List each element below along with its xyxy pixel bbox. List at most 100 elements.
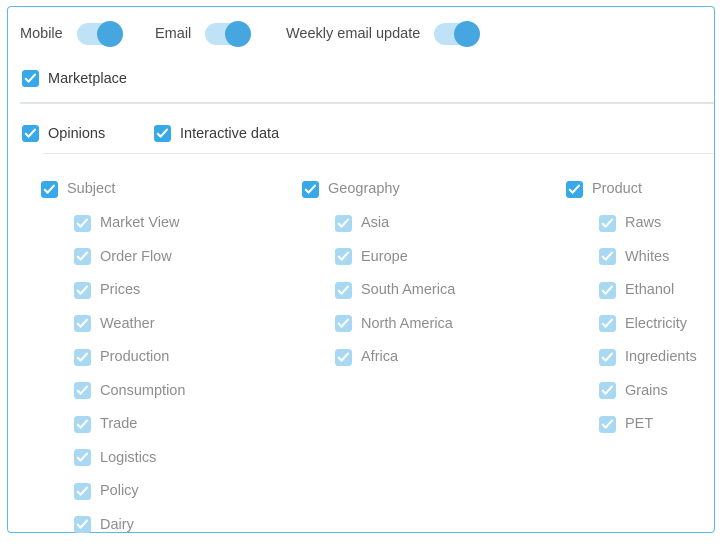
category-column-geography: Geography Asia Europe South America Nort…	[302, 179, 455, 381]
checkbox-label-geography: Geography	[328, 181, 400, 197]
checkmark-icon-dairy[interactable]	[74, 516, 91, 533]
list-item[interactable]: Weather	[41, 314, 185, 334]
checkmark-icon-raws[interactable]	[599, 214, 616, 232]
checkmark-icon-weather[interactable]	[74, 315, 91, 332]
checkmark-icon-south-america[interactable]	[335, 281, 352, 299]
checkmark-icon-pet[interactable]	[599, 415, 616, 433]
list-item[interactable]: South America	[302, 280, 455, 300]
checkmark-icon-electricity[interactable]	[599, 315, 616, 332]
list-item-label: Trade	[100, 416, 138, 432]
checkbox-row-opinions[interactable]: Opinions	[22, 125, 105, 142]
list-item[interactable]: Production	[41, 347, 185, 367]
checkmark-icon-policy[interactable]	[74, 482, 91, 500]
checkbox-label-opinions: Opinions	[48, 125, 106, 142]
checkmark-icon-consumption[interactable]	[74, 382, 91, 399]
list-item[interactable]: Grains	[566, 381, 697, 401]
checkmark-icon-africa[interactable]	[335, 348, 352, 366]
category-column-product: Product Raws Whites Ethanol Electricity	[566, 179, 697, 448]
toggle-switch-mobile[interactable]	[76, 21, 123, 47]
checkmark-icon-asia[interactable]	[335, 214, 352, 232]
subject-items-list: Market View Order Flow Prices Weather Pr…	[41, 213, 185, 535]
notification-preferences-panel: Mobile Email Weekly email update Marketp…	[7, 6, 715, 533]
list-item-label: Weather	[100, 315, 155, 332]
section-divider-primary	[20, 102, 714, 104]
checkmark-icon-subject[interactable]	[41, 180, 58, 198]
toggle-label-mobile: Mobile	[20, 26, 63, 42]
checkbox-row-product[interactable]: Product	[566, 179, 697, 199]
toggle-label-email: Email	[155, 26, 192, 42]
checkmark-icon-order-flow[interactable]	[74, 248, 91, 265]
checkmark-icon-ingredients[interactable]	[599, 348, 616, 366]
checkbox-label-interactive-data: Interactive data	[180, 125, 280, 142]
list-item[interactable]: Asia	[302, 213, 455, 233]
geography-items-list: Asia Europe South America North America …	[302, 213, 455, 367]
category-column-subject: Subject Market View Order Flow Prices We…	[41, 179, 185, 548]
product-items-list: Raws Whites Ethanol Electricity Ingredie…	[566, 213, 697, 434]
section-divider-secondary	[43, 153, 714, 154]
checkmark-icon-interactive-data[interactable]	[154, 125, 171, 142]
toggle-group-mobile: Mobile	[20, 21, 123, 47]
checkmark-icon-marketplace[interactable]	[22, 70, 39, 87]
list-item[interactable]: Raws	[566, 213, 697, 233]
list-item[interactable]: Policy	[41, 481, 185, 501]
list-item-label: Europe	[361, 248, 408, 265]
checkmark-icon-europe[interactable]	[335, 248, 352, 265]
list-item[interactable]: Africa	[302, 347, 455, 367]
list-item-label: Prices	[100, 282, 141, 298]
checkmark-icon-north-america[interactable]	[335, 315, 352, 332]
list-item-label: Policy	[100, 483, 139, 499]
toggle-knob-mobile	[96, 21, 123, 47]
list-item[interactable]: North America	[302, 314, 455, 334]
checkbox-row-geography[interactable]: Geography	[302, 179, 455, 199]
list-item[interactable]: Ingredients	[566, 347, 697, 367]
list-item-label: Ethanol	[625, 282, 675, 298]
toggles-row: Mobile Email Weekly email update	[8, 7, 714, 55]
checkmark-icon-geography[interactable]	[302, 180, 319, 198]
checkbox-row-subject[interactable]: Subject	[41, 179, 185, 199]
list-item[interactable]: Trade	[41, 414, 185, 434]
checkmark-icon-grains[interactable]	[599, 382, 616, 399]
checkmark-icon-production[interactable]	[74, 348, 91, 366]
toggle-group-weekly-email-update: Weekly email update	[286, 21, 481, 47]
list-item[interactable]: Order Flow	[41, 247, 185, 267]
list-item-label: Grains	[625, 382, 668, 399]
list-item-label: Production	[100, 349, 170, 365]
checkbox-label-marketplace: Marketplace	[48, 70, 127, 87]
checkmark-icon-whites[interactable]	[599, 248, 616, 265]
toggle-group-email: Email	[155, 21, 252, 47]
checkbox-label-subject: Subject	[67, 181, 116, 197]
list-item[interactable]: Dairy	[41, 515, 185, 535]
list-item[interactable]: Electricity	[566, 314, 697, 334]
list-item-label: Logistics	[100, 449, 157, 466]
checkmark-icon-ethanol[interactable]	[599, 281, 616, 299]
list-item-label: North America	[361, 315, 453, 332]
checkmark-icon-opinions[interactable]	[22, 125, 39, 142]
toggle-switch-email[interactable]	[205, 21, 252, 47]
list-item[interactable]: Whites	[566, 247, 697, 267]
list-item[interactable]: Ethanol	[566, 280, 697, 300]
list-item-label: Raws	[625, 215, 662, 231]
checkmark-icon-product[interactable]	[566, 180, 583, 198]
list-item[interactable]: Prices	[41, 280, 185, 300]
checkmark-icon-trade[interactable]	[74, 415, 91, 433]
list-item-label: Asia	[361, 215, 390, 231]
checkbox-row-interactive-data[interactable]: Interactive data	[154, 125, 279, 142]
list-item-label: Order Flow	[100, 248, 172, 265]
toggle-label-weekly-email-update: Weekly email update	[286, 26, 421, 42]
checkmark-icon-logistics[interactable]	[74, 449, 91, 466]
checkmark-icon-prices[interactable]	[74, 281, 91, 299]
toggle-knob-weekly-email-update	[454, 21, 481, 47]
list-item[interactable]: Logistics	[41, 448, 185, 468]
list-item[interactable]: Market View	[41, 213, 185, 233]
list-item-label: Electricity	[625, 315, 688, 332]
toggle-switch-weekly-email-update[interactable]	[434, 21, 481, 47]
checkbox-label-product: Product	[592, 181, 642, 197]
list-item[interactable]: Consumption	[41, 381, 185, 401]
list-item[interactable]: Europe	[302, 247, 455, 267]
list-item[interactable]: PET	[566, 414, 697, 434]
checkbox-row-marketplace[interactable]: Marketplace	[22, 70, 127, 87]
list-item-label: Whites	[625, 248, 670, 265]
checkmark-icon-market-view[interactable]	[74, 214, 91, 232]
list-item-label: South America	[361, 282, 456, 298]
category-columns: Subject Market View Order Flow Prices We…	[8, 179, 714, 533]
